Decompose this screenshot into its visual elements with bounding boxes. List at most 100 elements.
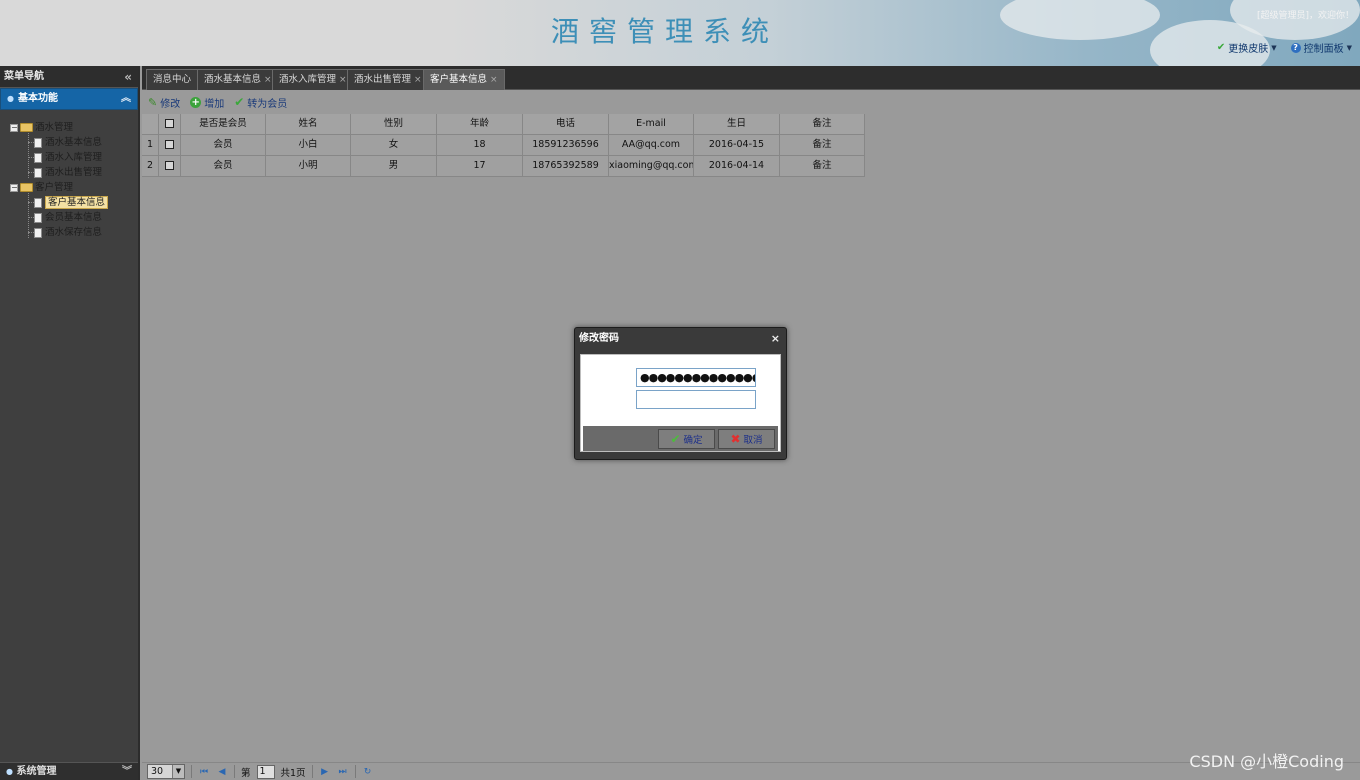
bullet-icon: ● <box>6 767 13 776</box>
collapse-toggle-icon[interactable]: − <box>10 183 18 192</box>
confirm-button[interactable]: ✔ 确定 <box>658 428 715 449</box>
accordion-title: 基本功能 <box>17 93 58 104</box>
change-skin-link[interactable]: ✔ 更换皮肤 ▼ <box>1217 40 1277 55</box>
row-number-header <box>142 114 159 135</box>
dialog-title: 修改密码 <box>579 333 619 344</box>
tab-wine-stock-in[interactable]: 酒水入库管理 × <box>272 69 354 90</box>
table-cell: xiaoming@qq.com <box>609 156 694 177</box>
collapse-toggle-icon[interactable]: − <box>10 123 18 132</box>
tree-item-wine-stock-in[interactable]: 酒水入库管理 <box>0 150 138 165</box>
tab-wine-sales[interactable]: 酒水出售管理 × <box>347 69 429 90</box>
table-row[interactable]: 2 会员 小明 男 17 18765392589 xiaoming@qq.com… <box>142 156 865 177</box>
row-number: 1 <box>142 135 159 156</box>
tree-folder-wine[interactable]: − 酒水管理 <box>0 120 138 135</box>
table-cell: 会员 <box>181 156 266 177</box>
cancel-button[interactable]: ✖ 取消 <box>718 428 775 449</box>
checkmark-icon: ✔ <box>670 431 681 446</box>
separator <box>191 765 192 778</box>
refresh-icon[interactable]: ↻ <box>362 767 374 777</box>
add-button[interactable]: + 增加 <box>190 95 224 110</box>
toolbar: ✎ 修改 + 增加 ✔ 转为会员 <box>142 90 1360 114</box>
tree-folder-customer[interactable]: − 客户管理 <box>0 180 138 195</box>
caret-down-icon: ▼ <box>1346 43 1352 52</box>
cancel-x-icon: ✖ <box>730 431 741 446</box>
select-all-checkbox[interactable] <box>159 114 181 135</box>
collapse-sidebar-icon[interactable]: « <box>124 66 132 88</box>
confirm-password-field[interactable] <box>636 390 756 409</box>
row-checkbox[interactable] <box>159 156 181 177</box>
page-total: 共1页 <box>280 767 306 779</box>
app-title: 酒窖管理系统 <box>550 15 779 48</box>
accordion-system-management[interactable]: ● 系统管理 ︾ <box>0 762 138 780</box>
file-icon <box>34 137 42 148</box>
page-size-select[interactable]: 30 ▼ <box>147 764 185 779</box>
column-header[interactable]: 生日 <box>694 114 780 135</box>
tab-message-center[interactable]: 消息中心 <box>146 69 199 90</box>
tree-label: 酒水管理 <box>35 122 74 133</box>
double-chevron-up-icon[interactable]: ︽ <box>121 89 131 109</box>
table-cell: 18591236596 <box>523 135 609 156</box>
table-cell: 18765392589 <box>523 156 609 177</box>
tab-label: 酒水入库管理 <box>279 74 337 85</box>
tree-item-wine-sales[interactable]: 酒水出售管理 <box>0 165 138 180</box>
file-icon <box>34 227 42 238</box>
separator <box>311 765 313 778</box>
table-cell: 备注 <box>780 156 865 177</box>
row-checkbox[interactable] <box>159 135 181 156</box>
change-password-dialog: 修改密码 × ●●●●●●●●●●●●●●● ✔ 确定 ✖ 取消 <box>574 327 787 460</box>
control-panel-link[interactable]: ? 控制面板 ▼ <box>1290 40 1352 55</box>
tree-label: 酒水入库管理 <box>45 152 103 163</box>
edit-button[interactable]: ✎ 修改 <box>148 95 180 110</box>
column-header[interactable]: 是否是会员 <box>181 114 266 135</box>
confirm-label: 确定 <box>683 434 703 446</box>
next-page-icon[interactable]: ▶ <box>319 767 331 777</box>
close-icon[interactable]: × <box>414 75 422 85</box>
first-page-icon[interactable]: ⏮ <box>198 767 210 777</box>
chevron-down-icon: ▼ <box>172 765 184 778</box>
last-page-icon[interactable]: ⏭ <box>337 767 349 777</box>
checkbox-icon <box>165 140 174 149</box>
page-number-input[interactable]: 1 <box>256 764 275 779</box>
caret-down-icon: ▼ <box>1271 43 1277 52</box>
column-header[interactable]: 年龄 <box>437 114 523 135</box>
close-icon[interactable]: × <box>339 75 347 85</box>
convert-to-member-button[interactable]: ✔ 转为会员 <box>234 95 287 110</box>
tab-label: 酒水出售管理 <box>354 74 412 85</box>
tree-label: 客户管理 <box>35 182 74 193</box>
close-icon[interactable]: × <box>264 75 272 85</box>
tab-label: 酒水基本信息 <box>204 74 262 85</box>
column-header[interactable]: 性别 <box>351 114 437 135</box>
tree-item-member-info[interactable]: 会员基本信息 <box>0 210 138 225</box>
tab-wine-info[interactable]: 酒水基本信息 × <box>197 69 279 90</box>
table-row[interactable]: 1 会员 小白 女 18 18591236596 AA@qq.com 2016-… <box>142 135 865 156</box>
tree-item-wine-storage[interactable]: 酒水保存信息 <box>0 225 138 240</box>
plus-icon: + <box>190 96 202 108</box>
file-icon <box>34 212 42 223</box>
tab-customer-info[interactable]: 客户基本信息 × <box>423 69 505 90</box>
sidebar-header: 菜单导航 « <box>0 66 138 88</box>
column-header[interactable]: 电话 <box>523 114 609 135</box>
column-header[interactable]: E-mail <box>609 114 694 135</box>
column-header[interactable]: 姓名 <box>266 114 351 135</box>
pencil-icon: ✎ <box>148 95 158 109</box>
new-password-field[interactable]: ●●●●●●●●●●●●●●● <box>636 368 756 387</box>
column-header[interactable]: 备注 <box>780 114 865 135</box>
tree-label: 客户基本信息 <box>45 196 109 209</box>
separator <box>234 765 235 778</box>
close-icon[interactable]: × <box>490 75 498 85</box>
edit-label: 修改 <box>160 98 181 110</box>
accordion-basic-functions[interactable]: ● 基本功能 ︽ <box>0 88 138 110</box>
tree-item-customer-info[interactable]: 客户基本信息 <box>0 195 138 210</box>
tree-item-wine-info[interactable]: 酒水基本信息 <box>0 135 138 150</box>
control-panel-label: 控制面板 <box>1303 44 1344 55</box>
header-banner: 酒窖管理系统 [超级管理员]，欢迎你！ ✔ 更换皮肤 ▼ ? 控制面板 ▼ <box>0 0 1360 66</box>
bullet-icon: ● <box>7 94 14 103</box>
table-cell: 小明 <box>266 156 351 177</box>
double-chevron-down-icon[interactable]: ︾ <box>122 763 132 780</box>
folder-icon <box>20 183 33 192</box>
previous-page-icon[interactable]: ◀ <box>216 767 228 777</box>
close-icon[interactable]: × <box>771 328 780 350</box>
table-cell: 2016-04-15 <box>694 135 780 156</box>
header-links: ✔ 更换皮肤 ▼ ? 控制面板 ▼ <box>1217 40 1352 55</box>
checkbox-icon <box>165 161 174 170</box>
